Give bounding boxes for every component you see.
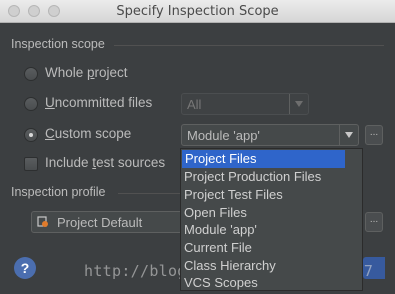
uncommitted-combo-value: All: [187, 97, 202, 112]
dropdown-item[interactable]: Project Production Files: [181, 168, 362, 186]
chevron-down-icon: [289, 94, 308, 114]
include-test-sources-label[interactable]: Include test sources: [45, 155, 165, 170]
dropdown-item[interactable]: Open Files: [181, 204, 362, 222]
inspection-profile-heading: Inspection profile: [11, 185, 106, 199]
whole-project-label[interactable]: Whole project: [45, 65, 128, 80]
section-divider: [118, 193, 180, 194]
dropdown-item[interactable]: Class Hierarchy: [181, 257, 362, 275]
profile-icon: [37, 216, 48, 227]
window-title: Specify Inspection Scope: [116, 4, 279, 19]
title-bar: Specify Inspection Scope: [0, 0, 395, 23]
custom-scope-combo-value: Module 'app': [187, 128, 260, 143]
include-test-sources-checkbox[interactable]: [24, 157, 38, 171]
custom-scope-combo[interactable]: Module 'app': [181, 124, 359, 146]
section-divider: [114, 45, 384, 46]
help-button[interactable]: ?: [14, 257, 36, 279]
uncommitted-files-radio[interactable]: [24, 97, 38, 111]
dialog-window: Specify Inspection Scope Inspection scop…: [0, 0, 395, 294]
custom-scope-radio[interactable]: [24, 128, 38, 142]
dropdown-item[interactable]: VCS Scopes: [181, 274, 362, 292]
chevron-down-icon[interactable]: [339, 125, 358, 145]
whole-project-radio[interactable]: [24, 67, 38, 81]
uncommitted-files-combo: All: [181, 93, 309, 115]
custom-scope-label[interactable]: Custom scope: [45, 126, 131, 141]
browse-scope-button[interactable]: ...: [365, 125, 383, 145]
dropdown-item[interactable]: Project Files: [182, 150, 345, 168]
inspection-scope-heading: Inspection scope: [11, 37, 105, 51]
edit-profile-button[interactable]: ...: [365, 212, 383, 232]
dropdown-item[interactable]: Current File: [181, 239, 362, 257]
dropdown-item[interactable]: Module 'app': [181, 221, 362, 239]
inspection-profile-value: Project Default: [57, 215, 143, 230]
dropdown-item[interactable]: Project Test Files: [181, 186, 362, 204]
scope-dropdown-list: Project Files Project Production Files P…: [180, 148, 363, 291]
uncommitted-files-label[interactable]: Uncommitted files: [45, 95, 152, 110]
